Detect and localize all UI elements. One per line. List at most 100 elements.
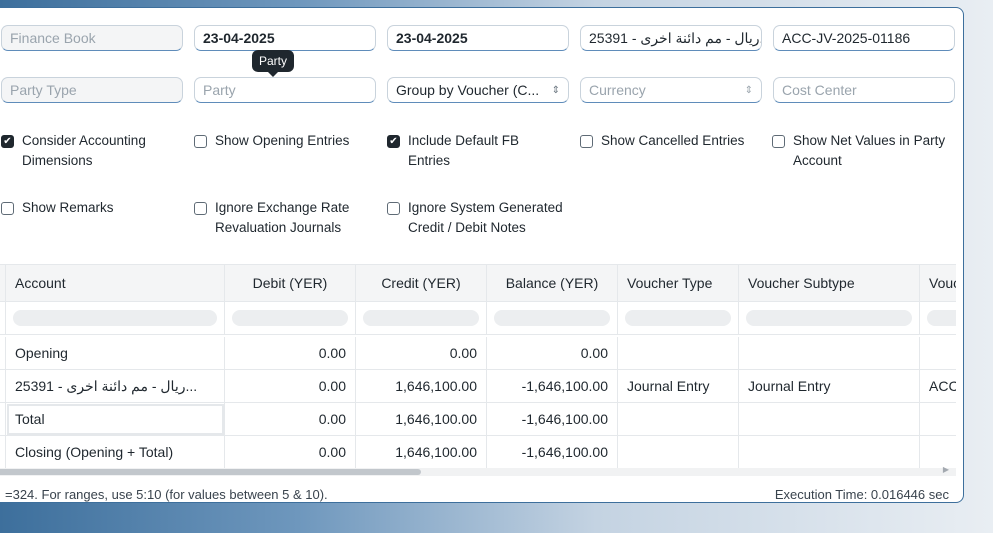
column-header[interactable]: Credit (YER) — [356, 265, 487, 302]
checkbox-label: Consider Accounting Dimensions — [22, 133, 146, 168]
select-arrows-icon: ⇕ — [551, 84, 560, 96]
check-icon: ✔ — [387, 135, 400, 148]
checkbox-label: Ignore Exchange Rate Revaluation Journal… — [215, 200, 350, 235]
voucher-subtype-cell[interactable] — [739, 403, 920, 436]
voucher-no-cell[interactable] — [920, 403, 956, 436]
checkbox-label: Show Opening Entries — [215, 133, 350, 148]
filter-hint: =324. For ranges, use 5:10 (for values b… — [5, 487, 328, 502]
check-icon: ✔ — [1, 135, 14, 148]
credit-cell[interactable]: 1,646,100.00 — [356, 370, 487, 403]
column-filter[interactable] — [356, 302, 487, 335]
credit-cell[interactable]: 1,646,100.00 — [356, 403, 487, 436]
scroll-right-icon[interactable]: ▶ — [943, 465, 949, 474]
table-row: Opening 0.00 0.00 0.00 — [0, 337, 956, 370]
balance-cell[interactable]: 0.00 — [487, 337, 618, 370]
checkbox-label: Include Default FB Entries — [408, 133, 520, 168]
account-cell[interactable]: Total — [6, 403, 225, 436]
cost-center-placeholder: Cost Center — [782, 82, 857, 98]
horizontal-scrollbar[interactable]: ▶ — [0, 465, 956, 476]
column-header[interactable]: Vouc — [920, 265, 956, 302]
checkbox-label: Ignore System Generated Credit / Debit N… — [408, 200, 563, 235]
voucher-subtype-cell[interactable] — [739, 436, 920, 469]
group-by-value: Group by Voucher (C... — [396, 82, 540, 98]
ignore-exchange-rate-checkbox[interactable]: Ignore Exchange Rate Revaluation Journal… — [194, 198, 369, 238]
table-row: Total 0.00 1,646,100.00 -1,646,100.00 — [0, 403, 956, 436]
party-field[interactable]: Party — [194, 77, 376, 103]
voucher-subtype-cell[interactable] — [739, 337, 920, 370]
finance-book-field[interactable]: Finance Book — [1, 25, 183, 51]
table-row: Closing (Opening + Total) 0.00 1,646,100… — [0, 436, 956, 469]
column-header[interactable]: Balance (YER) — [487, 265, 618, 302]
checkbox-box — [580, 135, 593, 148]
party-placeholder: Party — [203, 82, 236, 98]
voucher-subtype-cell[interactable]: Journal Entry — [739, 370, 920, 403]
select-arrows-icon: ⇕ — [744, 84, 753, 96]
show-remarks-checkbox[interactable]: Show Remarks — [1, 198, 171, 218]
debit-cell[interactable]: 0.00 — [225, 403, 356, 436]
column-filter[interactable] — [920, 302, 956, 335]
report-table: Account Debit (YER) Credit (YER) Balance… — [0, 264, 956, 470]
account-value: 25391 - ريال - مم دائنة اخرى... — [589, 29, 761, 46]
debit-cell[interactable]: 0.00 — [225, 370, 356, 403]
voucher-no-value: ACC-JV-2025-01186 — [782, 30, 911, 46]
currency-select[interactable]: Currency ⇕ — [580, 77, 762, 103]
voucher-no-field[interactable]: ACC-JV-2025-01186 — [773, 25, 955, 51]
column-header[interactable]: Voucher Type — [618, 265, 739, 302]
consider-dimensions-checkbox[interactable]: ✔ Consider Accounting Dimensions — [1, 131, 171, 171]
show-opening-entries-checkbox[interactable]: Show Opening Entries — [194, 131, 374, 151]
to-date-field[interactable]: 23-04-2025 — [387, 25, 569, 51]
column-filter[interactable] — [225, 302, 356, 335]
checkbox-box — [772, 135, 785, 148]
credit-cell[interactable]: 1,646,100.00 — [356, 436, 487, 469]
cost-center-field[interactable]: Cost Center — [773, 77, 955, 103]
column-filter[interactable] — [6, 302, 225, 335]
from-date-field[interactable]: 23-04-2025 — [194, 25, 376, 51]
voucher-no-cell[interactable] — [920, 337, 956, 370]
column-header[interactable]: Voucher Subtype — [739, 265, 920, 302]
execution-time: Execution Time: 0.016446 sec — [774, 487, 949, 502]
debit-cell[interactable]: 0.00 — [225, 337, 356, 370]
column-filter[interactable] — [618, 302, 739, 335]
from-date-value: 23-04-2025 — [203, 30, 275, 46]
ignore-system-generated-checkbox[interactable]: Ignore System Generated Credit / Debit N… — [387, 198, 577, 238]
checkbox-label: Show Cancelled Entries — [601, 133, 745, 148]
finance-book-placeholder: Finance Book — [10, 30, 96, 46]
balance-cell[interactable]: -1,646,100.00 — [487, 403, 618, 436]
account-cell[interactable]: 25391 - ريال - مم دائنة اخرى... — [6, 370, 225, 403]
voucher-type-cell[interactable] — [618, 337, 739, 370]
account-cell[interactable]: Opening — [6, 337, 225, 370]
party-type-field[interactable]: Party Type — [1, 77, 183, 103]
table-row: 25391 - ريال - مم دائنة اخرى... 0.00 1,6… — [0, 370, 956, 403]
voucher-no-cell[interactable] — [920, 436, 956, 469]
column-filter[interactable] — [487, 302, 618, 335]
scrollbar-thumb[interactable] — [0, 469, 421, 475]
filter-row — [0, 302, 956, 335]
account-cell[interactable]: Closing (Opening + Total) — [6, 436, 225, 469]
party-type-placeholder: Party Type — [10, 82, 77, 98]
voucher-type-cell[interactable] — [618, 436, 739, 469]
to-date-value: 23-04-2025 — [396, 30, 468, 46]
party-tooltip: Party — [252, 50, 295, 77]
balance-cell[interactable]: -1,646,100.00 — [487, 436, 618, 469]
checkbox-box — [194, 202, 207, 215]
credit-cell[interactable]: 0.00 — [356, 337, 487, 370]
balance-cell[interactable]: -1,646,100.00 — [487, 370, 618, 403]
column-filter[interactable] — [739, 302, 920, 335]
currency-placeholder: Currency — [589, 82, 646, 98]
checkbox-box — [194, 135, 207, 148]
checkbox-box — [387, 202, 400, 215]
voucher-type-cell[interactable] — [618, 403, 739, 436]
show-net-values-checkbox[interactable]: Show Net Values in Party Account — [772, 131, 957, 171]
checkbox-label: Show Net Values in Party Account — [793, 133, 946, 168]
column-header[interactable]: Account — [6, 265, 225, 302]
checkbox-label: Show Remarks — [22, 200, 114, 215]
debit-cell[interactable]: 0.00 — [225, 436, 356, 469]
column-header[interactable]: Debit (YER) — [225, 265, 356, 302]
account-field[interactable]: 25391 - ريال - مم دائنة اخرى... — [580, 25, 762, 51]
show-cancelled-checkbox[interactable]: Show Cancelled Entries — [580, 131, 760, 151]
group-by-select[interactable]: Group by Voucher (C... ⇕ — [387, 77, 569, 103]
voucher-type-cell[interactable]: Journal Entry — [618, 370, 739, 403]
include-default-fb-checkbox[interactable]: ✔ Include Default FB Entries — [387, 131, 557, 171]
checkbox-box — [1, 202, 14, 215]
voucher-no-cell[interactable]: ACC — [920, 370, 956, 403]
